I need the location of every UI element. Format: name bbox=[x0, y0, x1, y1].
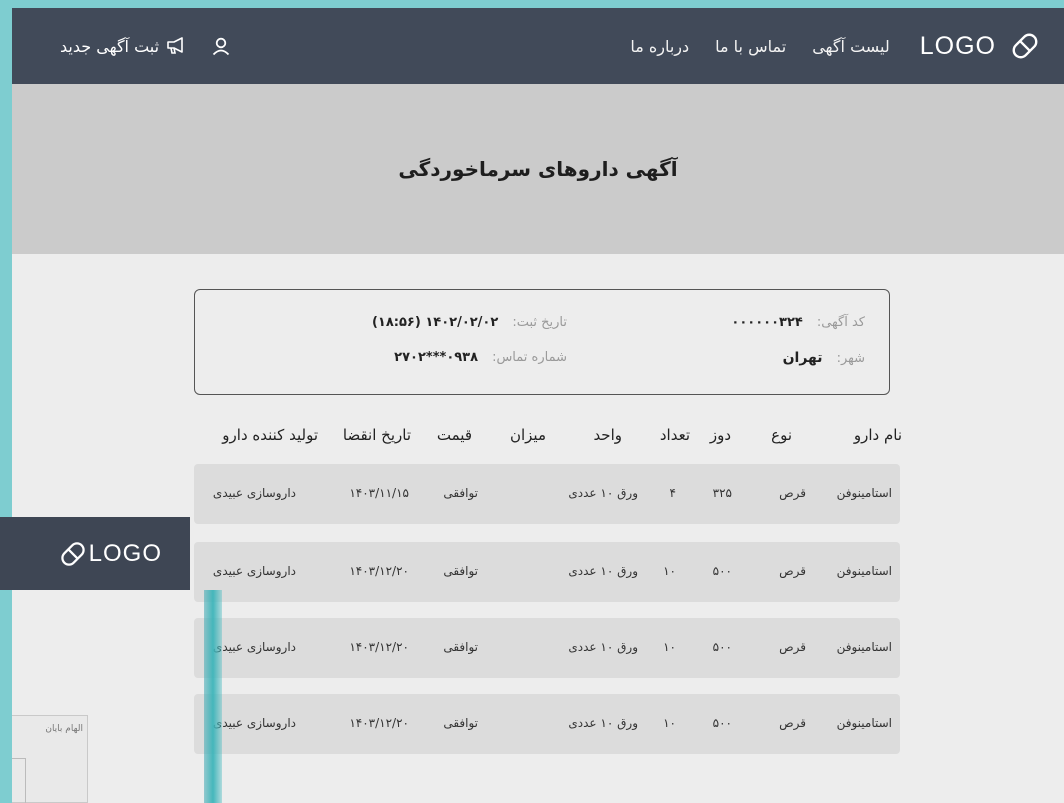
brand-logo[interactable]: LOGO bbox=[920, 29, 1042, 63]
cell-name: استامینوفن bbox=[836, 564, 892, 578]
user-button[interactable] bbox=[211, 36, 231, 56]
date-label: تاریخ ثبت: bbox=[512, 315, 567, 330]
cell-type: قرص bbox=[779, 486, 806, 500]
hero-banner: آگهی داروهای سرماخوردگی bbox=[12, 84, 1064, 254]
megaphone-icon bbox=[167, 37, 183, 54]
new-ad-button[interactable]: ثبت آگهی جدید bbox=[60, 36, 187, 56]
table-row[interactable]: استامینوفن قرص ۵۰۰ ۱۰ ورق ۱۰ عددی توافقی… bbox=[194, 618, 900, 678]
date-value: ۱۴۰۲/۰۲/۰۲ (۱۸:۵۶) bbox=[371, 315, 499, 330]
cell-name: استامینوفن bbox=[836, 640, 892, 654]
phone-label: شماره تماس: bbox=[492, 350, 567, 365]
nav-item-about[interactable]: درباره ما bbox=[630, 37, 689, 56]
cell-dose: ۳۲۵ bbox=[712, 486, 732, 500]
cell-unit: ورق ۱۰ عددی bbox=[568, 486, 638, 500]
main-nav: لیست آگهی تماس با ما درباره ما bbox=[604, 37, 889, 56]
overlay-mobile-navbar: LOGO bbox=[0, 517, 190, 590]
cell-price: توافقی bbox=[443, 640, 478, 654]
th-dose: دوز bbox=[709, 426, 731, 444]
table-row[interactable]: استامینوفن قرص ۳۲۵ ۴ ورق ۱۰ عددی توافقی … bbox=[194, 464, 900, 524]
table-row[interactable]: استامینوفن قرص ۵۰۰ ۱۰ ورق ۱۰ عددی توافقی… bbox=[194, 694, 900, 754]
cell-dose: ۵۰۰ bbox=[712, 640, 732, 654]
user-icon bbox=[212, 37, 230, 56]
city-label: شهر: bbox=[836, 350, 865, 366]
mini-preview-card[interactable]: الهام بایان bbox=[12, 715, 88, 803]
header-actions: ثبت آگهی جدید bbox=[36, 36, 231, 56]
cell-maker: داروسازی عبیدی bbox=[212, 564, 296, 578]
pill-icon bbox=[1012, 33, 1038, 59]
th-maker: تولید کننده دارو bbox=[222, 426, 318, 444]
cell-dose: ۵۰۰ bbox=[712, 716, 732, 730]
cell-name: استامینوفن bbox=[836, 486, 892, 500]
cell-name: استامینوفن bbox=[836, 716, 892, 730]
th-name: نام دارو bbox=[853, 426, 902, 444]
ad-info-card: کد آگهی: ۰۰۰۰۰۰۳۲۴ شهر: تهران تاریخ ثبت:… bbox=[194, 289, 890, 395]
ad-code-value: ۰۰۰۰۰۰۳۲۴ bbox=[731, 315, 803, 330]
cell-unit: ورق ۱۰ عددی bbox=[568, 716, 638, 730]
date-row: تاریخ ثبت: ۱۴۰۲/۰۲/۰۲ (۱۸:۵۶) bbox=[372, 315, 567, 330]
cell-expiry: ۱۴۰۳/۱۱/۱۵ bbox=[349, 486, 409, 500]
cell-type: قرص bbox=[779, 640, 806, 654]
cell-unit: ورق ۱۰ عددی bbox=[568, 564, 638, 578]
th-amount: میزان bbox=[509, 426, 546, 444]
ad-code-label: کد آگهی: bbox=[816, 315, 865, 330]
nav-item-ad-list[interactable]: لیست آگهی bbox=[812, 37, 890, 56]
mini-preview-caption: الهام بایان bbox=[45, 724, 83, 734]
cell-price: توافقی bbox=[443, 716, 478, 730]
cell-expiry: ۱۴۰۳/۱۲/۲۰ bbox=[349, 564, 409, 578]
cell-type: قرص bbox=[779, 716, 806, 730]
th-expiry: تاریخ انقضا bbox=[342, 426, 411, 444]
th-unit: واحد bbox=[593, 426, 622, 444]
cell-expiry: ۱۴۰۳/۱۲/۲۰ bbox=[349, 640, 409, 654]
cell-type: قرص bbox=[779, 564, 806, 578]
cell-dose: ۵۰۰ bbox=[712, 564, 732, 578]
cell-count: ۱۰ bbox=[663, 640, 676, 654]
cell-price: توافقی bbox=[443, 564, 478, 578]
th-price: قیمت bbox=[436, 426, 472, 444]
table-row[interactable]: استامینوفن قرص ۵۰۰ ۱۰ ورق ۱۰ عددی توافقی… bbox=[194, 542, 900, 602]
cell-unit: ورق ۱۰ عددی bbox=[568, 640, 638, 654]
ad-code-row: کد آگهی: ۰۰۰۰۰۰۳۲۴ bbox=[731, 315, 865, 330]
cell-count: ۱۰ bbox=[663, 716, 676, 730]
th-type: نوع bbox=[771, 426, 792, 444]
city-row: شهر: تهران bbox=[783, 350, 865, 366]
pill-icon bbox=[60, 541, 85, 566]
cell-count: ۴ bbox=[669, 486, 676, 500]
cell-maker: داروسازی عبیدی bbox=[212, 640, 296, 654]
page-title: آگهی داروهای سرماخوردگی bbox=[398, 157, 678, 181]
page: LOGO لیست آگهی تماس با ما درباره ما ثبت … bbox=[12, 8, 1064, 803]
phone-value: ۰۹۳۸***۲۷۰۲ bbox=[394, 350, 479, 365]
top-navbar: LOGO لیست آگهی تماس با ما درباره ما ثبت … bbox=[12, 8, 1064, 84]
city-value: تهران bbox=[782, 350, 823, 366]
overlay-accent-strip bbox=[204, 590, 222, 803]
logo-text: LOGO bbox=[919, 31, 996, 60]
mini-preview-frame bbox=[12, 758, 26, 803]
cell-price: توافقی bbox=[443, 486, 478, 500]
cell-maker: داروسازی عبیدی bbox=[212, 486, 296, 500]
th-count: تعداد bbox=[659, 426, 690, 444]
cell-maker: داروسازی عبیدی bbox=[212, 716, 296, 730]
overlay-logo-text: LOGO bbox=[88, 539, 162, 567]
table-header: نام دارو نوع دوز تعداد واحد میزان قیمت ت… bbox=[194, 422, 902, 450]
new-ad-label: ثبت آگهی جدید bbox=[60, 36, 160, 56]
phone-row: شماره تماس: ۰۹۳۸***۲۷۰۲ bbox=[394, 350, 567, 365]
nav-item-contact[interactable]: تماس با ما bbox=[715, 37, 786, 56]
cell-expiry: ۱۴۰۳/۱۲/۲۰ bbox=[349, 716, 409, 730]
cell-count: ۱۰ bbox=[663, 564, 676, 578]
